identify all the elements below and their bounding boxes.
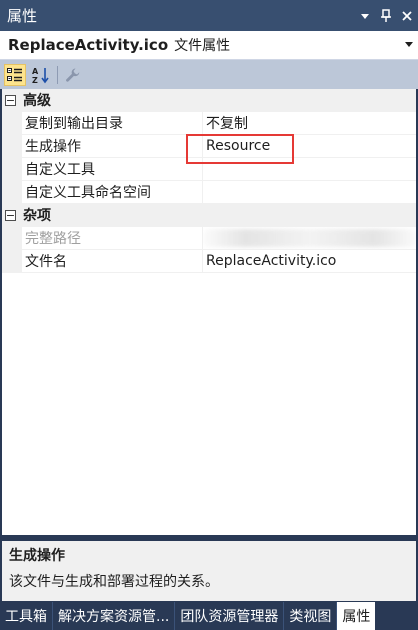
category-label: 杂项 (23, 208, 51, 224)
property-name: 完整路径 (22, 227, 203, 250)
property-row[interactable]: 自定义工具 (2, 158, 416, 181)
property-row[interactable]: 自定义工具命名空间 (2, 181, 416, 204)
description-text: 该文件与生成和部署过程的关系。 (9, 574, 219, 590)
property-name: 自定义工具 (22, 158, 203, 181)
property-name: 文件名 (22, 250, 203, 273)
property-row[interactable]: 复制到输出目录 不复制 (2, 112, 416, 135)
tab-properties[interactable]: 属性 (337, 602, 376, 630)
collapse-icon[interactable]: − (5, 94, 16, 106)
svg-text:Z: Z (32, 76, 38, 84)
wrench-icon[interactable] (62, 64, 84, 86)
toolbar-separator (57, 65, 58, 84)
property-name: 生成操作 (22, 135, 203, 158)
category-misc[interactable]: − 杂项 (2, 204, 416, 227)
properties-window: 属性 ReplaceActivity.ico 文件属性 A Z − 高级 复制到… (0, 0, 418, 630)
tab-toolbox[interactable]: 工具箱 (0, 602, 53, 630)
category-advanced[interactable]: − 高级 (2, 89, 416, 112)
property-row[interactable]: 文件名 ReplaceActivity.ico (2, 250, 416, 273)
property-value[interactable] (203, 181, 416, 204)
description-pane: 生成操作 该文件与生成和部署过程的关系。 (2, 541, 416, 601)
panel-title: 属性 (7, 7, 38, 25)
tab-team-explorer[interactable]: 团队资源管理器 (175, 602, 285, 630)
object-type: 文件属性 (174, 38, 231, 54)
property-name: 复制到输出目录 (22, 112, 203, 135)
property-value[interactable] (203, 158, 416, 181)
property-row[interactable]: 完整路径 (2, 227, 416, 250)
property-name: 自定义工具命名空间 (22, 181, 203, 204)
pin-icon[interactable] (376, 5, 396, 27)
toolbar: A Z (0, 60, 418, 89)
property-value[interactable]: ReplaceActivity.ico (203, 250, 416, 273)
tool-window-tabs: 工具箱 解决方案资源管... 团队资源管理器 类视图 属性 (0, 602, 418, 630)
window-position-dropdown-icon[interactable] (355, 5, 375, 27)
object-name: ReplaceActivity.ico (8, 36, 169, 54)
title-bar: 属性 (0, 0, 418, 31)
close-icon[interactable] (397, 5, 417, 27)
property-value[interactable]: 不复制 (203, 112, 416, 135)
property-grid: − 高级 复制到输出目录 不复制 生成操作 Resource 自定义工具 自定义… (2, 89, 416, 535)
property-row[interactable]: 生成操作 Resource (2, 135, 416, 158)
tab-class-view[interactable]: 类视图 (284, 602, 338, 630)
property-value[interactable]: Resource (203, 135, 416, 158)
alphabetical-icon[interactable]: A Z (30, 64, 52, 86)
object-selector[interactable]: ReplaceActivity.ico 文件属性 (0, 31, 418, 60)
svg-text:A: A (32, 67, 39, 76)
redacted-path-blur (203, 229, 416, 247)
description-title: 生成操作 (9, 548, 65, 564)
categorized-icon[interactable] (4, 63, 26, 86)
tab-solution-explorer[interactable]: 解决方案资源管... (53, 602, 176, 630)
category-label: 高级 (23, 93, 51, 109)
chevron-down-icon[interactable] (400, 40, 418, 51)
property-value-redacted (203, 227, 416, 250)
collapse-icon[interactable]: − (5, 209, 16, 221)
